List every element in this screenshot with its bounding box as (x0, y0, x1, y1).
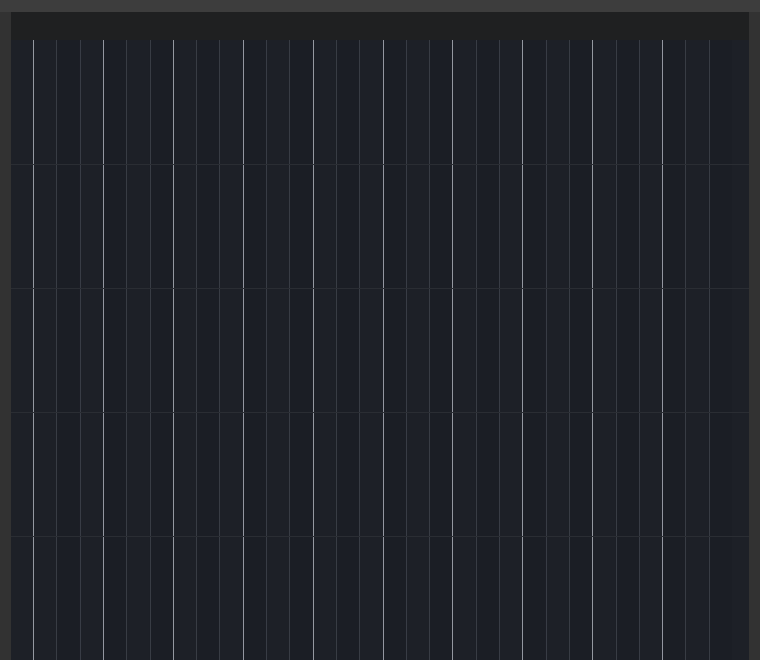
app-window (0, 0, 760, 660)
grid-column-band (522, 40, 546, 660)
grid-column-band (662, 40, 686, 660)
grid-column-band (242, 40, 266, 660)
grid-column-band (475, 40, 499, 660)
left-window-border (0, 12, 11, 660)
grid-lines (11, 40, 749, 660)
panel-header (11, 12, 749, 40)
grid-column-band (149, 40, 173, 660)
grid-column-band (289, 40, 313, 660)
grid-column-band (335, 40, 360, 660)
grid-column-band (102, 40, 127, 660)
grid-column-band (615, 40, 639, 660)
grid-column-band (196, 40, 220, 660)
content-panel (11, 12, 749, 660)
grid-column-band (568, 40, 593, 660)
grid-canvas[interactable] (11, 40, 749, 660)
grid-column-band (708, 40, 732, 660)
grid-column-band (429, 40, 453, 660)
grid-column-band (382, 40, 406, 660)
grid-column-band (56, 40, 80, 660)
right-window-border (749, 12, 760, 660)
